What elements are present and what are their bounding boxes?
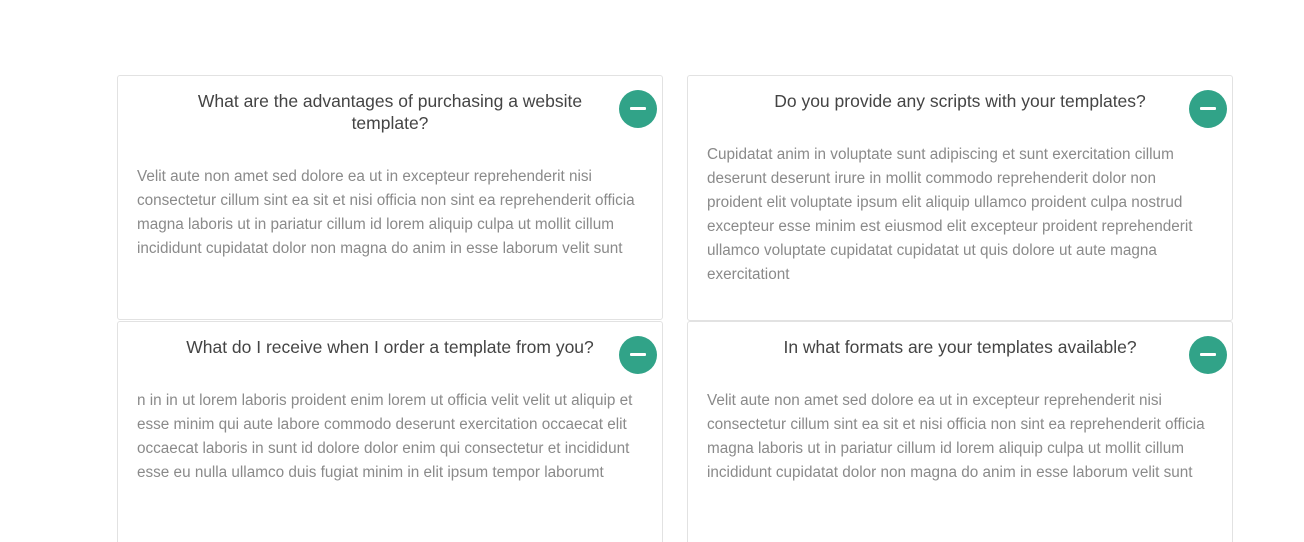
faq-question[interactable]: What do I receive when I order a templat… [178,336,602,358]
collapse-button[interactable] [619,90,657,128]
faq-answer: Velit aute non amet sed dolore ea ut in … [137,168,635,257]
faq-card: What do I receive when I order a templat… [117,321,663,542]
faq-answer: Cupidatat anim in voluptate sunt adipisc… [707,146,1193,283]
minus-icon [1200,353,1216,356]
faq-card: In what formats are your templates avail… [687,321,1233,542]
faq-question[interactable]: What are the advantages of purchasing a … [178,90,602,134]
collapse-button[interactable] [1189,336,1227,374]
faq-question[interactable]: Do you provide any scripts with your tem… [748,90,1172,112]
faq-answer: n in in ut lorem laboris proident enim l… [137,392,633,481]
collapse-button[interactable] [1189,90,1227,128]
faq-grid: What are the advantages of purchasing a … [0,0,1304,542]
faq-card: Do you provide any scripts with your tem… [687,75,1233,321]
faq-answer: Velit aute non amet sed dolore ea ut in … [707,392,1205,481]
minus-icon [630,353,646,356]
collapse-button[interactable] [619,336,657,374]
minus-icon [1200,107,1216,110]
faq-card: What are the advantages of purchasing a … [117,75,663,320]
faq-question[interactable]: In what formats are your templates avail… [748,336,1172,358]
minus-icon [630,107,646,110]
